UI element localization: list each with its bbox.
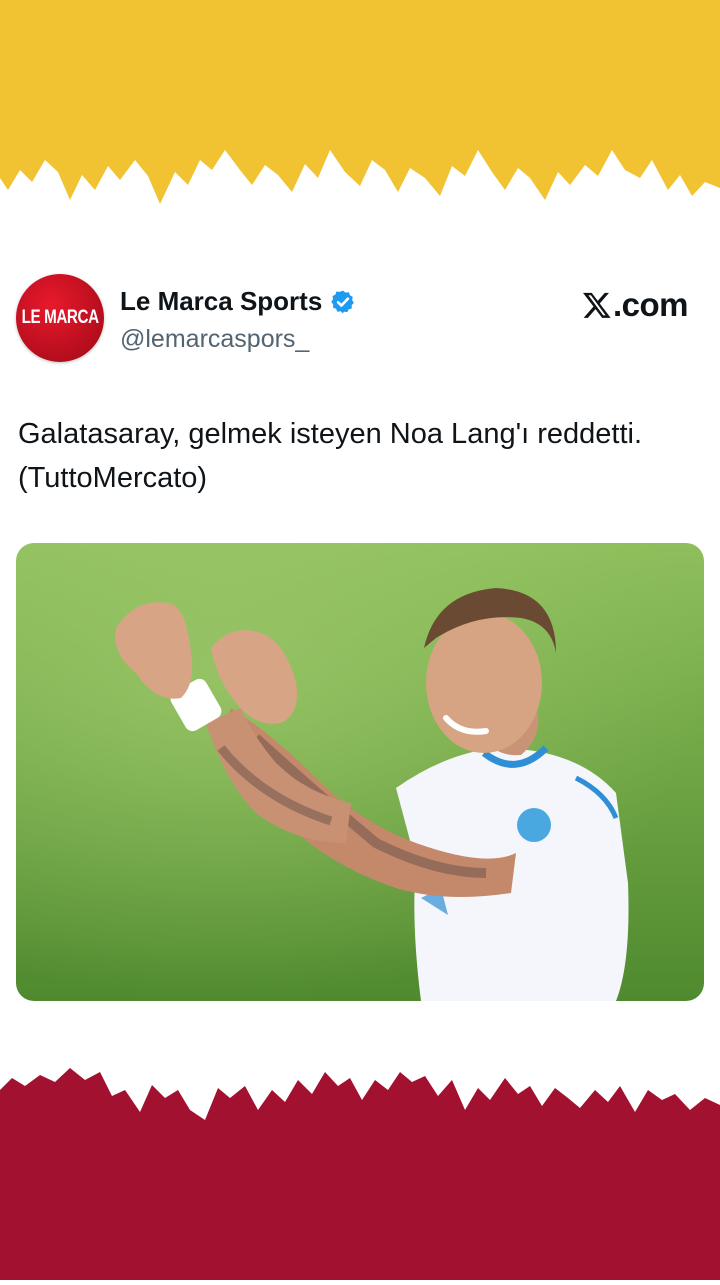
author-display-name[interactable]: Le Marca Sports bbox=[120, 286, 322, 317]
verified-badge-icon bbox=[331, 290, 355, 313]
x-brand-label: .com bbox=[612, 286, 689, 323]
x-logo-icon bbox=[582, 292, 611, 318]
avatar-logo-text: LE MARCA bbox=[21, 307, 99, 328]
player-photo bbox=[16, 543, 704, 1001]
bottom-decorative-band bbox=[0, 1050, 720, 1280]
x-brand: .com bbox=[582, 286, 689, 324]
author-handle[interactable]: @lemarcaspors_ bbox=[120, 325, 309, 354]
top-decorative-band bbox=[0, 0, 720, 230]
tweet-media-photo[interactable] bbox=[16, 543, 704, 1001]
profile-avatar[interactable]: LE MARCA bbox=[16, 274, 104, 362]
top-band-shape bbox=[0, 0, 720, 204]
bottom-band-shape bbox=[0, 1068, 720, 1280]
tweet-text: Galatasaray, gelmek isteyen Noa Lang'ı r… bbox=[18, 418, 643, 494]
author-name-row: Le Marca Sports bbox=[120, 286, 356, 317]
